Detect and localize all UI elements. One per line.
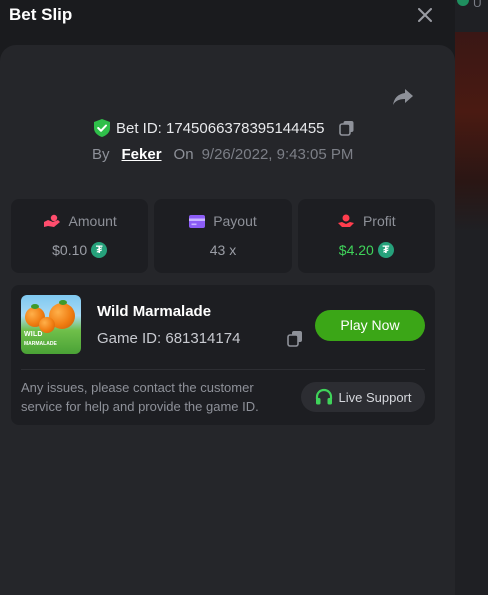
game-id: Game ID: 681314174 <box>97 330 241 347</box>
modal-title: Bet Slip <box>9 5 73 24</box>
bet-slip-modal: Bet Slip Bet ID: 1745066378395144455 By … <box>0 0 455 595</box>
copy-icon[interactable] <box>338 120 355 136</box>
live-support-label: Live Support <box>338 389 412 405</box>
game-name: Wild Marmalade <box>97 303 212 320</box>
background-banner <box>455 32 488 232</box>
stat-payout: Payout 43 x <box>154 199 292 273</box>
share-icon[interactable] <box>391 86 415 108</box>
bet-stats: Amount $0.10 ₮ Payout 43 x Profit $4.20 … <box>11 199 435 273</box>
play-now-button[interactable]: Play Now <box>315 310 425 341</box>
coin-icon <box>457 0 469 6</box>
hand-coin-icon <box>337 214 354 227</box>
stat-amount: Amount $0.10 ₮ <box>11 199 149 273</box>
game-card: WILD MARMALADE Wild Marmalade Game ID: 6… <box>11 285 435 425</box>
close-icon[interactable] <box>414 4 436 26</box>
support-notice: Any issues, please contact the customer … <box>21 380 259 414</box>
bet-id-row: Bet ID: 1745066378395144455 <box>94 118 355 138</box>
backdrop-text: U <box>473 0 482 10</box>
copy-icon[interactable] <box>287 330 303 347</box>
divider <box>21 369 425 370</box>
tether-coin-icon: ₮ <box>377 242 394 258</box>
money-hand-icon <box>43 214 60 227</box>
bet-date: 9/26/2022, 9:43:05 PM <box>201 145 354 163</box>
thumb-logo-subtitle: MARMALADE <box>24 341 57 347</box>
on-label: On <box>173 145 194 163</box>
profit-label: Profit <box>362 213 396 229</box>
profit-value: $4.20 <box>338 242 374 258</box>
payout-value: 43 x <box>209 242 237 258</box>
shield-check-icon <box>94 119 110 137</box>
stat-profit: Profit $4.20 ₮ <box>297 199 435 273</box>
bet-author-row: By Feker On 9/26/2022, 9:43:05 PM <box>92 144 353 164</box>
card-icon <box>189 214 206 228</box>
amount-label: Amount <box>68 213 117 229</box>
game-thumbnail[interactable]: WILD MARMALADE <box>21 295 81 354</box>
modal-header: Bet Slip <box>0 0 455 45</box>
leaf-image <box>31 304 39 309</box>
amount-value: $0.10 <box>52 242 88 258</box>
user-link[interactable]: Feker <box>122 146 162 163</box>
headset-icon <box>315 388 332 405</box>
live-support-button[interactable]: Live Support <box>301 382 425 412</box>
leaf-image <box>59 300 67 305</box>
by-label: By <box>92 145 110 163</box>
thumb-logo-title: WILD <box>24 331 43 338</box>
bet-id: Bet ID: 1745066378395144455 <box>116 119 325 137</box>
background-page: U <box>455 0 488 595</box>
payout-label: Payout <box>213 213 257 229</box>
tether-coin-icon: ₮ <box>91 242 108 258</box>
